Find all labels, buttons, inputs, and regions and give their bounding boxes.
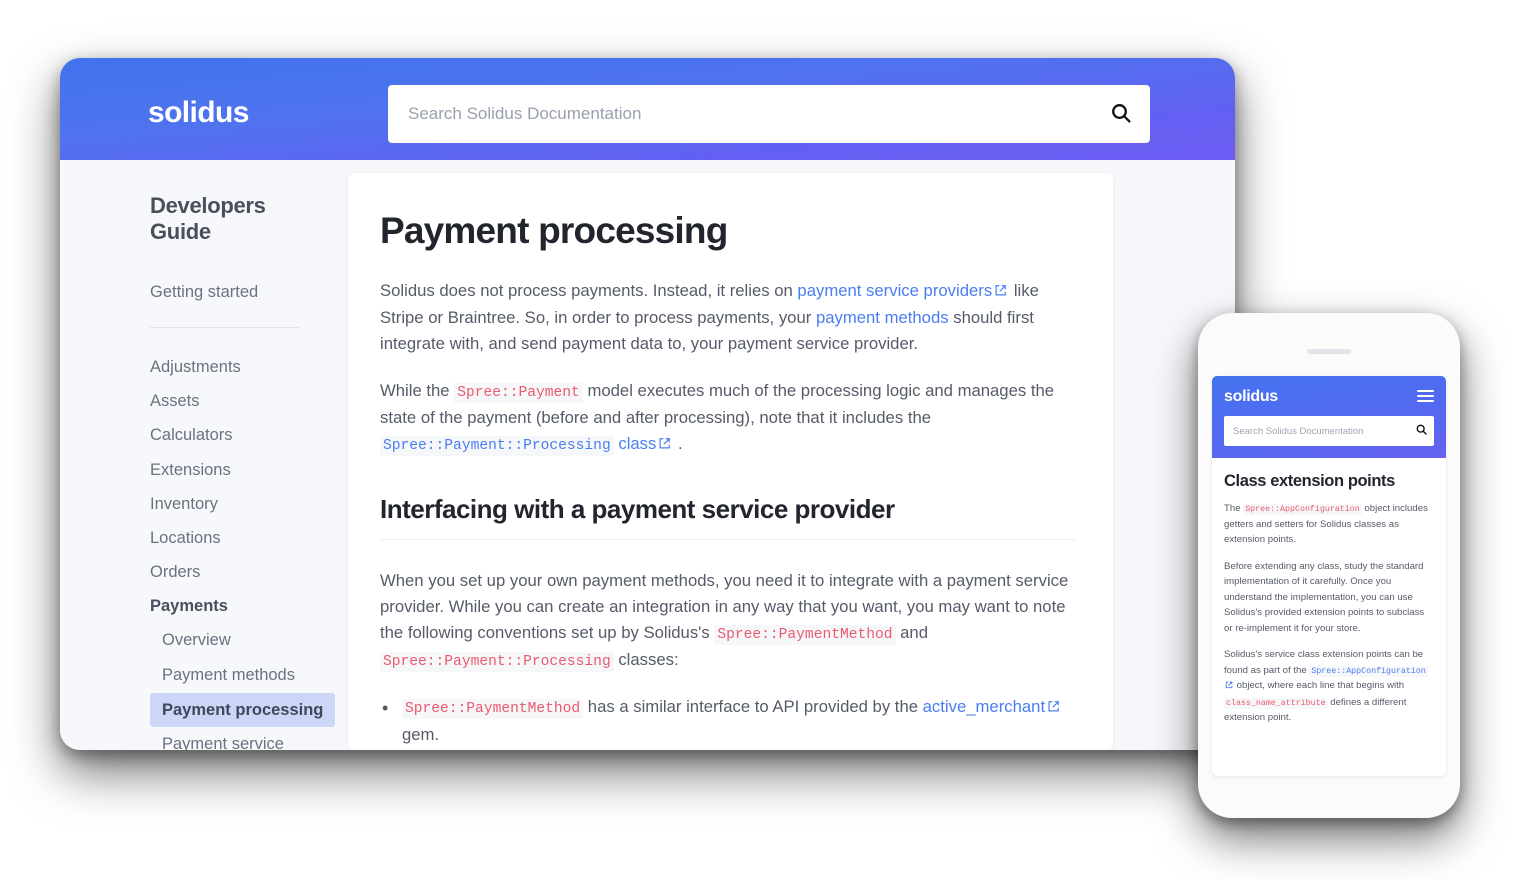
desktop-body: Developers Guide Getting started Adjustm… xyxy=(60,160,1235,750)
mobile-content: Class extension points The Spree::AppCon… xyxy=(1212,458,1446,726)
code-spree-appconfiguration: Spree::AppConfiguration xyxy=(1243,503,1362,515)
code-spree-payment-processing[interactable]: Spree::Payment::Processing xyxy=(380,436,614,457)
list-item-text: has a similar interface to API provided … xyxy=(583,697,923,717)
paragraph-text: classes: xyxy=(613,650,679,670)
search-icon xyxy=(1109,101,1133,128)
desktop-site-header: solidus xyxy=(60,58,1235,160)
sidebar-item-payment-methods[interactable]: Payment methods xyxy=(150,658,325,693)
list-item: Spree::PaymentMethod has a similar inter… xyxy=(382,694,1075,748)
paragraph-text: object, where each line that begins with xyxy=(1234,680,1405,692)
sidebar-title: Developers Guide xyxy=(150,193,266,244)
mobile-site-header: solidus xyxy=(1212,376,1446,458)
link-class[interactable]: class xyxy=(618,434,656,453)
sidebar-item-payments[interactable]: Payments xyxy=(150,589,325,623)
code-class-name-attribute: class_name_attribute xyxy=(1224,697,1328,709)
sidebar-item-getting-started[interactable]: Getting started xyxy=(150,275,325,309)
page-title: Payment processing xyxy=(380,210,728,251)
sidebar-item-overview[interactable]: Overview xyxy=(150,623,325,658)
search-input[interactable] xyxy=(388,104,1092,124)
hamburger-bar xyxy=(1417,390,1434,392)
sidebar-item-orders[interactable]: Orders xyxy=(150,555,325,589)
code-spree-paymentmethod: Spree::PaymentMethod xyxy=(714,625,896,646)
solidus-logo[interactable]: solidus xyxy=(148,96,249,130)
external-link-icon xyxy=(1225,679,1233,695)
link-payment-methods[interactable]: payment methods xyxy=(816,308,949,327)
intro-paragraph: Solidus does not process payments. Inste… xyxy=(380,278,1075,358)
mobile-phone-mockup: solidus Class extensi xyxy=(1198,313,1460,818)
mobile-paragraph-2: Before extending any class, study the st… xyxy=(1224,560,1425,634)
sidebar-item-adjustments[interactable]: Adjustments xyxy=(150,350,325,384)
link-active-merchant[interactable]: active_merchant xyxy=(923,697,1045,716)
sidebar-nav-list: Adjustments Assets Calculators Extension… xyxy=(150,350,335,750)
sidebar-item-extensions[interactable]: Extensions xyxy=(150,453,325,487)
sidebar-item-inventory[interactable]: Inventory xyxy=(150,487,325,521)
code-spree-paymentmethod: Spree::PaymentMethod xyxy=(402,699,584,720)
sidebar: Developers Guide Getting started Adjustm… xyxy=(60,160,335,750)
sidebar-item-calculators[interactable]: Calculators xyxy=(150,418,325,452)
code-spree-payment: Spree::Payment xyxy=(454,382,583,403)
spree-payment-paragraph: While the Spree::Payment model executes … xyxy=(380,378,1075,459)
sidebar-item-assets[interactable]: Assets xyxy=(150,384,325,418)
mobile-search-button[interactable] xyxy=(1408,416,1434,446)
search-button[interactable] xyxy=(1092,85,1150,143)
solidus-logo-mobile[interactable]: solidus xyxy=(1224,388,1278,406)
mobile-page-title: Class extension points xyxy=(1224,472,1395,490)
code-spree-appconfiguration[interactable]: Spree::AppConfiguration xyxy=(1309,665,1428,677)
mobile-search-input[interactable] xyxy=(1224,425,1408,437)
search-icon xyxy=(1415,423,1428,439)
paragraph-text: The xyxy=(1224,502,1244,514)
external-link-icon xyxy=(658,432,671,458)
code-spree-payment-processing: Spree::Payment::Processing xyxy=(380,652,614,673)
conventions-list: Spree::PaymentMethod has a similar inter… xyxy=(380,694,1075,750)
sidebar-item-payment-processing[interactable]: Payment processing xyxy=(150,692,335,728)
link-payment-service-providers[interactable]: payment service providers xyxy=(797,281,992,300)
paragraph-text: While the xyxy=(380,380,455,400)
mobile-paragraph-1: The Spree::AppConfiguration object inclu… xyxy=(1224,501,1434,548)
sidebar-item-payment-service-providers[interactable]: Payment service providers xyxy=(150,727,325,750)
mobile-paragraph-3: Solidus's service class extension points… xyxy=(1224,647,1434,726)
sidebar-divider xyxy=(150,327,300,329)
desktop-search-bar[interactable] xyxy=(388,85,1150,143)
mobile-search-bar[interactable] xyxy=(1224,416,1434,446)
hamburger-menu-icon[interactable] xyxy=(1417,390,1434,405)
phone-screen: solidus Class extensi xyxy=(1212,376,1446,776)
hamburger-bar xyxy=(1417,400,1434,402)
external-link-icon xyxy=(1047,695,1060,721)
interfacing-paragraph: When you set up your own payment methods… xyxy=(380,568,1075,675)
section-heading-interfacing: Interfacing with a payment service provi… xyxy=(380,494,1075,540)
paragraph-text: . xyxy=(673,434,683,454)
paragraph-text: and xyxy=(895,623,928,643)
sidebar-item-locations[interactable]: Locations xyxy=(150,521,325,555)
documentation-content-card: Payment processing Solidus does not proc… xyxy=(348,173,1113,750)
list-item-text: gem. xyxy=(402,724,440,744)
desktop-browser-window: solidus Developers Guide Getting started… xyxy=(60,58,1235,750)
external-link-icon xyxy=(994,279,1007,305)
hamburger-bar xyxy=(1417,395,1434,397)
paragraph-text: Solidus does not process payments. Inste… xyxy=(380,280,798,300)
phone-speaker-grill xyxy=(1307,349,1351,354)
